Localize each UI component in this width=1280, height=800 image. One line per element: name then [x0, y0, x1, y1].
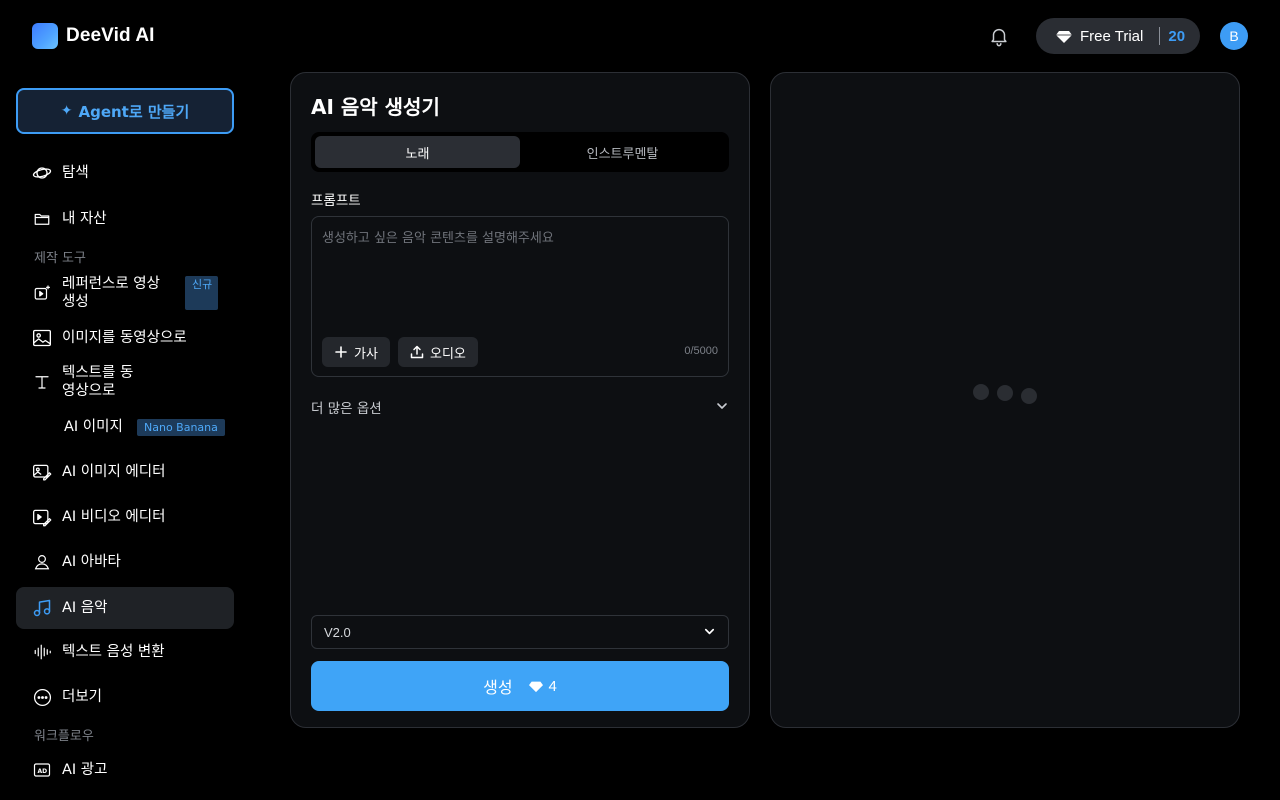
preview-panel — [770, 72, 1240, 728]
folder-icon — [32, 209, 52, 229]
brand-logo[interactable]: DeeVid AI — [32, 23, 155, 49]
new-badge: 신규 — [185, 276, 218, 310]
page-title: AI 음악 생성기 — [311, 95, 440, 119]
chevron-down-icon — [703, 623, 716, 642]
sidebar-item-more[interactable]: 더보기 — [16, 676, 234, 718]
loading-dot — [997, 385, 1013, 401]
music-icon — [32, 598, 52, 618]
generate-button[interactable]: 생성 4 — [311, 661, 729, 711]
svg-text:AD: AD — [38, 768, 48, 775]
sidebar-item-label: 내 자산 — [62, 211, 107, 227]
sidebar-item-image-to-video[interactable]: 이미지를 동영상으로 — [16, 317, 234, 359]
model-version-select[interactable]: V2.0 — [311, 615, 729, 649]
prompt-input[interactable] — [322, 227, 718, 327]
more-icon — [32, 687, 52, 707]
sidebar-item-label: 레퍼런스로 영상 생성 — [62, 276, 160, 310]
add-lyrics-label: 가사 — [354, 346, 378, 362]
credit-count: 20 — [1168, 27, 1186, 45]
section-label-tools: 제작 도구 — [34, 251, 86, 266]
sparkle-icon: ✦ — [60, 103, 73, 119]
sidebar-item-label: 탐색 — [62, 165, 89, 181]
agent-create-label: Agent로 만들기 — [78, 102, 190, 121]
sidebar-item-label: AI 아바타 — [62, 554, 121, 570]
more-options-label: 더 많은 옵션 — [311, 401, 382, 417]
sidebar-item-label: AI 비디오 에디터 — [62, 509, 166, 525]
prompt-label: 프롬프트 — [311, 193, 361, 209]
waveform-icon — [32, 642, 52, 662]
tab-song[interactable]: 노래 — [315, 136, 520, 168]
generate-label: 생성 — [483, 678, 513, 697]
prompt-box: 가사 오디오 0/5000 — [311, 216, 729, 377]
sidebar-item-label: 텍스트를 동영상으로 — [62, 365, 134, 399]
avatar[interactable]: B — [1220, 22, 1248, 50]
upload-audio-label: 오디오 — [430, 346, 466, 362]
sidebar-item-label: 더보기 — [62, 689, 103, 705]
generate-cost: 4 — [548, 677, 557, 695]
text-icon — [32, 372, 52, 392]
sidebar-item-avatar[interactable]: AI 아바타 — [16, 541, 234, 583]
video-edit-icon — [32, 507, 52, 527]
logo-icon — [32, 23, 58, 49]
diamond-icon — [1056, 31, 1072, 43]
user-icon — [32, 552, 52, 572]
add-lyrics-button[interactable]: 가사 — [322, 337, 390, 367]
loading-dot — [1021, 388, 1037, 404]
tab-instrumental[interactable]: 인스트루멘탈 — [520, 136, 725, 168]
music-generator-panel: AI 음악 생성기 노래 인스트루멘탈 프롬프트 가사 오디오 0/5000 더… — [290, 72, 750, 728]
upload-audio-button[interactable]: 오디오 — [398, 337, 478, 367]
brand-name: DeeVid AI — [66, 25, 155, 46]
nano-banana-badge: Nano Banana — [137, 419, 225, 436]
agent-create-button[interactable]: ✦ Agent로 만들기 — [16, 88, 234, 134]
sidebar-item-label: 이미지를 동영상으로 — [62, 330, 187, 346]
section-label-workflow: 워크플로우 — [34, 729, 94, 744]
model-version-value: V2.0 — [324, 624, 351, 640]
ad-icon: AD — [32, 760, 52, 780]
char-count: 0/5000 — [684, 345, 718, 357]
sidebar-item-video-editor[interactable]: AI 비디오 에디터 — [16, 496, 234, 538]
free-trial-label: Free Trial — [1080, 27, 1144, 45]
sidebar-item-label: AI 이미지 — [64, 419, 123, 435]
bell-icon[interactable] — [988, 25, 1010, 47]
sidebar-item-ai-ad[interactable]: AD AI 광고 — [16, 749, 234, 791]
diamond-icon — [528, 681, 543, 693]
top-header: DeeVid AI Free Trial 20 B — [0, 0, 1280, 72]
sidebar-item-ai-music[interactable]: AI 음악 — [16, 587, 234, 629]
sidebar-item-label: AI 음악 — [62, 600, 108, 616]
divider — [1159, 27, 1161, 45]
image-icon — [32, 328, 52, 348]
more-options-toggle[interactable]: 더 많은 옵션 — [311, 393, 729, 421]
sidebar: ✦ Agent로 만들기 탐색 내 자산 제작 도구 레퍼런스로 영상 생성 신… — [0, 72, 250, 800]
sidebar-item-explore[interactable]: 탐색 — [16, 152, 234, 194]
chevron-down-icon — [715, 398, 729, 417]
sidebar-item-text-to-video[interactable]: 텍스트를 동영상으로 — [16, 360, 234, 404]
upload-icon — [410, 345, 424, 359]
sidebar-item-assets[interactable]: 내 자산 — [16, 198, 234, 240]
sidebar-item-label: 텍스트 음성 변환 — [62, 644, 165, 660]
video-plus-icon — [32, 283, 52, 303]
free-trial-button[interactable]: Free Trial 20 — [1036, 18, 1200, 54]
mode-tabs: 노래 인스트루멘탈 — [311, 132, 729, 172]
sidebar-item-label: AI 이미지 에디터 — [62, 464, 166, 480]
loading-dot — [973, 384, 989, 400]
sidebar-item-image-editor[interactable]: AI 이미지 에디터 — [16, 451, 234, 493]
sidebar-item-tts[interactable]: 텍스트 음성 변환 — [16, 631, 234, 673]
plus-icon — [334, 345, 348, 359]
planet-icon — [32, 163, 52, 183]
sidebar-item-label: AI 광고 — [62, 762, 108, 778]
image-edit-icon — [32, 462, 52, 482]
